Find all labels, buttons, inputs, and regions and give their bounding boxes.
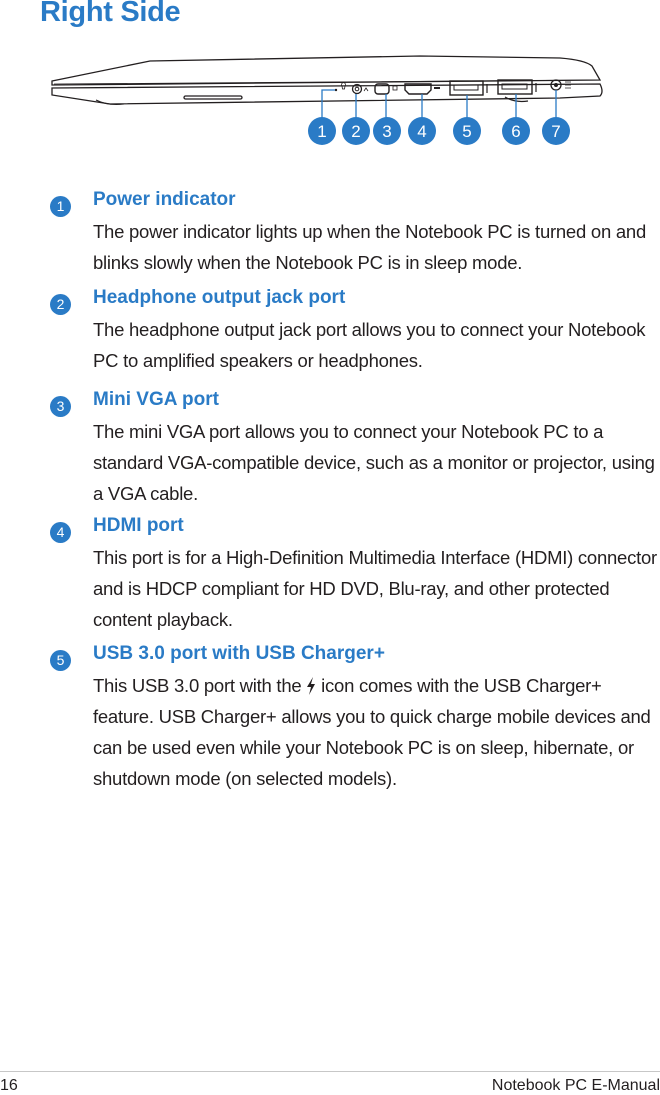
callout-badge-7: 7 — [542, 117, 570, 145]
section-number-badge: 4 — [50, 522, 71, 543]
section-mini-vga: 3 Mini VGA port The mini VGA port allows… — [0, 386, 660, 512]
section-body: The headphone output jack port allows yo… — [93, 319, 646, 371]
section-title: Power indicator — [93, 189, 236, 210]
callout-badge-3: 3 — [373, 117, 401, 145]
section-title: Mini VGA port — [93, 389, 219, 410]
svg-text:3: 3 — [382, 122, 391, 141]
section-title: Headphone output jack port — [93, 287, 346, 308]
section-usb-charger: 5 USB 3.0 port with USB Charger+ This US… — [0, 640, 660, 794]
section-number-badge: 1 — [50, 196, 71, 217]
section-body-text-start: This USB 3.0 port with the — [93, 675, 307, 696]
lightning-bolt-icon — [307, 677, 316, 695]
svg-text:4: 4 — [417, 122, 426, 141]
section-power-indicator: 1 Power indicator The power indicator li… — [0, 186, 660, 284]
callout-badge-5: 5 — [453, 117, 481, 145]
section-number-badge: 3 — [50, 396, 71, 417]
callout-badge-2: 2 — [342, 117, 370, 145]
section-number-badge: 2 — [50, 294, 71, 315]
section-body: This USB 3.0 port with the icon comes wi… — [93, 670, 660, 794]
section-title: USB 3.0 port with USB Charger+ — [93, 643, 385, 664]
svg-text:1: 1 — [317, 122, 326, 141]
section-title: HDMI port — [93, 515, 184, 536]
callout-badge-1: 1 — [308, 117, 336, 145]
section-body: This port is for a High-Definition Multi… — [93, 547, 657, 630]
svg-text:5: 5 — [462, 122, 471, 141]
section-body: The mini VGA port allows you to connect … — [93, 421, 655, 504]
svg-text:2: 2 — [351, 122, 360, 141]
callout-badge-4: 4 — [408, 117, 436, 145]
port-descriptions: 1 Power indicator The power indicator li… — [0, 186, 660, 794]
section-hdmi: 4 HDMI port This port is for a High-Defi… — [0, 512, 660, 640]
svg-text:6: 6 — [511, 122, 520, 141]
page-number: 16 — [0, 1077, 18, 1094]
footer-divider — [0, 1071, 660, 1072]
laptop-right-side-diagram: 1 2 3 4 5 6 7 — [51, 55, 603, 145]
svg-text:7: 7 — [551, 122, 560, 141]
page-title: Right Side — [40, 0, 181, 28]
callout-badge-6: 6 — [502, 117, 530, 145]
section-number-badge: 5 — [50, 650, 71, 671]
section-body: The power indicator lights up when the N… — [93, 221, 646, 273]
manual-name: Notebook PC E-Manual — [491, 1077, 660, 1094]
section-headphone-jack: 2 Headphone output jack port The headpho… — [0, 284, 660, 386]
